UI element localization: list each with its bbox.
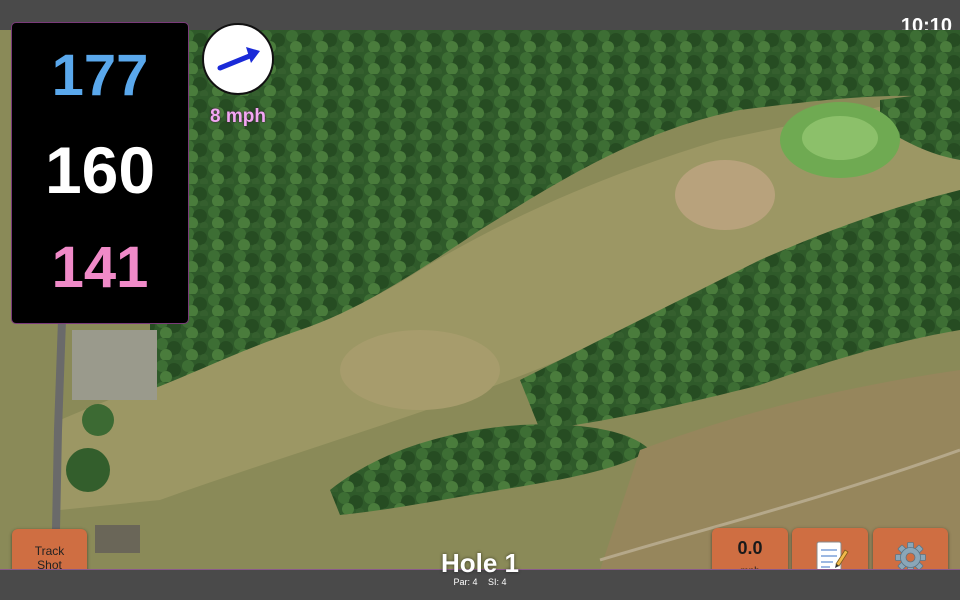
back-distance: 177 <box>51 43 149 108</box>
wind-arrow-icon <box>217 47 260 71</box>
middle-distance: 160 <box>44 133 156 207</box>
hole-title: Hole 1 <box>440 548 520 578</box>
hole-stroke-index: SI: 4 <box>488 577 507 587</box>
wind-speed: 8 mph <box>210 106 266 127</box>
wind-direction-dial <box>202 23 274 95</box>
distance-panel: 177 160 141 <box>11 22 189 324</box>
hole-par: Par: 4 <box>453 577 478 587</box>
hole-info: Par: 4 SI: 4 <box>400 577 560 587</box>
speed-value: 0.0 <box>737 538 763 558</box>
front-distance: 141 <box>51 235 149 300</box>
